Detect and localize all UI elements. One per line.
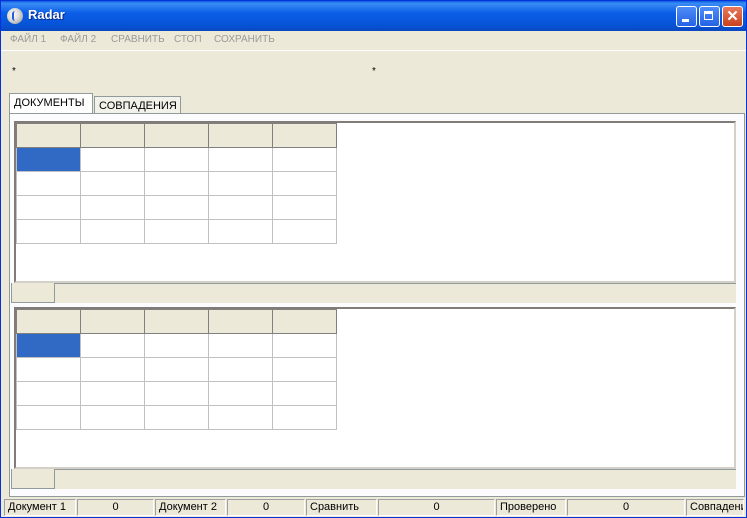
status-compare-value: 0 — [378, 499, 495, 516]
grid-header-cell[interactable] — [16, 123, 81, 148]
data-grid-1[interactable] — [16, 123, 337, 244]
grid-cell[interactable] — [80, 381, 145, 406]
grid-cell[interactable] — [80, 147, 145, 172]
menu-bar: ФАЙЛ 1 ФАЙЛ 2 СРАВНИТЬ СТОП СОХРАНИТЬ — [1, 31, 746, 51]
grid-cell[interactable] — [272, 171, 337, 196]
status-doc2-value: 0 — [227, 499, 305, 516]
grid-cell[interactable] — [144, 195, 209, 220]
grid-cell[interactable] — [16, 381, 81, 406]
maximize-button[interactable] — [699, 6, 720, 27]
status-checked-label: Проверено — [496, 499, 566, 516]
menu-save[interactable]: СОХРАНИТЬ — [214, 34, 275, 45]
info-area: * * — [1, 51, 746, 89]
grid-cell[interactable] — [80, 405, 145, 430]
status-doc2-label: Документ 2 — [155, 499, 226, 516]
grid-cell[interactable] — [272, 333, 337, 358]
grid-cell[interactable] — [272, 219, 337, 244]
grid-header-cell[interactable] — [144, 123, 209, 148]
file2-label: * — [372, 66, 376, 77]
grid-cell[interactable] — [144, 333, 209, 358]
grid-cell[interactable] — [272, 147, 337, 172]
grid-cell[interactable] — [272, 381, 337, 406]
status-doc1-label: Документ 1 — [4, 499, 76, 516]
grid-cell[interactable] — [144, 171, 209, 196]
status-matches-label: Совпадения — [686, 499, 744, 516]
grid-cell[interactable] — [80, 195, 145, 220]
grid-cell-selected[interactable] — [16, 147, 81, 172]
grid-header-cell[interactable] — [272, 123, 337, 148]
grid-cell[interactable] — [80, 357, 145, 382]
grid-cell[interactable] — [16, 405, 81, 430]
grid-cell[interactable] — [144, 219, 209, 244]
grid-header-cell[interactable] — [144, 309, 209, 334]
grid-cell[interactable] — [80, 171, 145, 196]
grid-header-cell[interactable] — [16, 309, 81, 334]
minimize-button[interactable] — [676, 6, 697, 27]
grid-cell[interactable] — [16, 357, 81, 382]
grid-panel-2 — [14, 307, 736, 469]
close-icon: ✕ — [726, 8, 739, 25]
grid-cell-selected[interactable] — [16, 333, 81, 358]
grid-header-cell[interactable] — [208, 309, 273, 334]
grid-header-cell[interactable] — [208, 123, 273, 148]
grid-cell[interactable] — [208, 171, 273, 196]
grid-header-cell[interactable] — [80, 123, 145, 148]
sub-tab-strip-1 — [11, 283, 736, 303]
grid-cell[interactable] — [208, 333, 273, 358]
data-grid-2[interactable] — [16, 309, 337, 430]
status-compare-label: Сравнить — [306, 499, 377, 516]
grid-cell[interactable] — [208, 195, 273, 220]
grid-header-cell[interactable] — [272, 309, 337, 334]
minimize-icon — [682, 19, 689, 22]
grid-cell[interactable] — [208, 147, 273, 172]
grid-cell[interactable] — [144, 381, 209, 406]
grid-cell[interactable] — [16, 195, 81, 220]
grid-panel-1 — [14, 121, 736, 283]
grid-header-cell[interactable] — [80, 309, 145, 334]
sub-tab-strip-2 — [11, 469, 736, 489]
tab-documents[interactable]: ДОКУМЕНТЫ — [9, 93, 93, 114]
status-checked-value: 0 — [567, 499, 685, 516]
title-bar[interactable]: Radar ✕ — [1, 1, 746, 31]
grid-cell[interactable] — [144, 405, 209, 430]
status-bar: Документ 1 0 Документ 2 0 Сравнить 0 Про… — [1, 497, 746, 517]
grid-cell[interactable] — [272, 405, 337, 430]
grid-cell[interactable] — [272, 195, 337, 220]
window-title: Radar — [28, 7, 65, 22]
grid-cell[interactable] — [208, 357, 273, 382]
grid-cell[interactable] — [80, 333, 145, 358]
grid-cell[interactable] — [144, 147, 209, 172]
app-window: Radar ✕ ФАЙЛ 1 ФАЙЛ 2 СРАВНИТЬ СТОП СОХР… — [0, 0, 747, 518]
grid-cell[interactable] — [208, 381, 273, 406]
app-icon[interactable] — [7, 8, 23, 24]
sub-tab-1[interactable] — [11, 283, 55, 303]
grid-cell[interactable] — [16, 219, 81, 244]
menu-file2[interactable]: ФАЙЛ 2 — [60, 34, 96, 45]
grid-cell[interactable] — [208, 405, 273, 430]
grid-cell[interactable] — [144, 357, 209, 382]
sub-tab-2[interactable] — [11, 469, 55, 489]
grid-cell[interactable] — [208, 219, 273, 244]
menu-file1[interactable]: ФАЙЛ 1 — [10, 34, 46, 45]
close-button[interactable]: ✕ — [722, 6, 743, 27]
grid-cell[interactable] — [272, 357, 337, 382]
status-doc1-value: 0 — [77, 499, 154, 516]
menu-stop[interactable]: СТОП — [174, 34, 202, 45]
file1-label: * — [12, 66, 16, 77]
menu-compare[interactable]: СРАВНИТЬ — [111, 34, 165, 45]
grid-cell[interactable] — [80, 219, 145, 244]
grid-cell[interactable] — [16, 171, 81, 196]
maximize-icon — [704, 11, 713, 20]
